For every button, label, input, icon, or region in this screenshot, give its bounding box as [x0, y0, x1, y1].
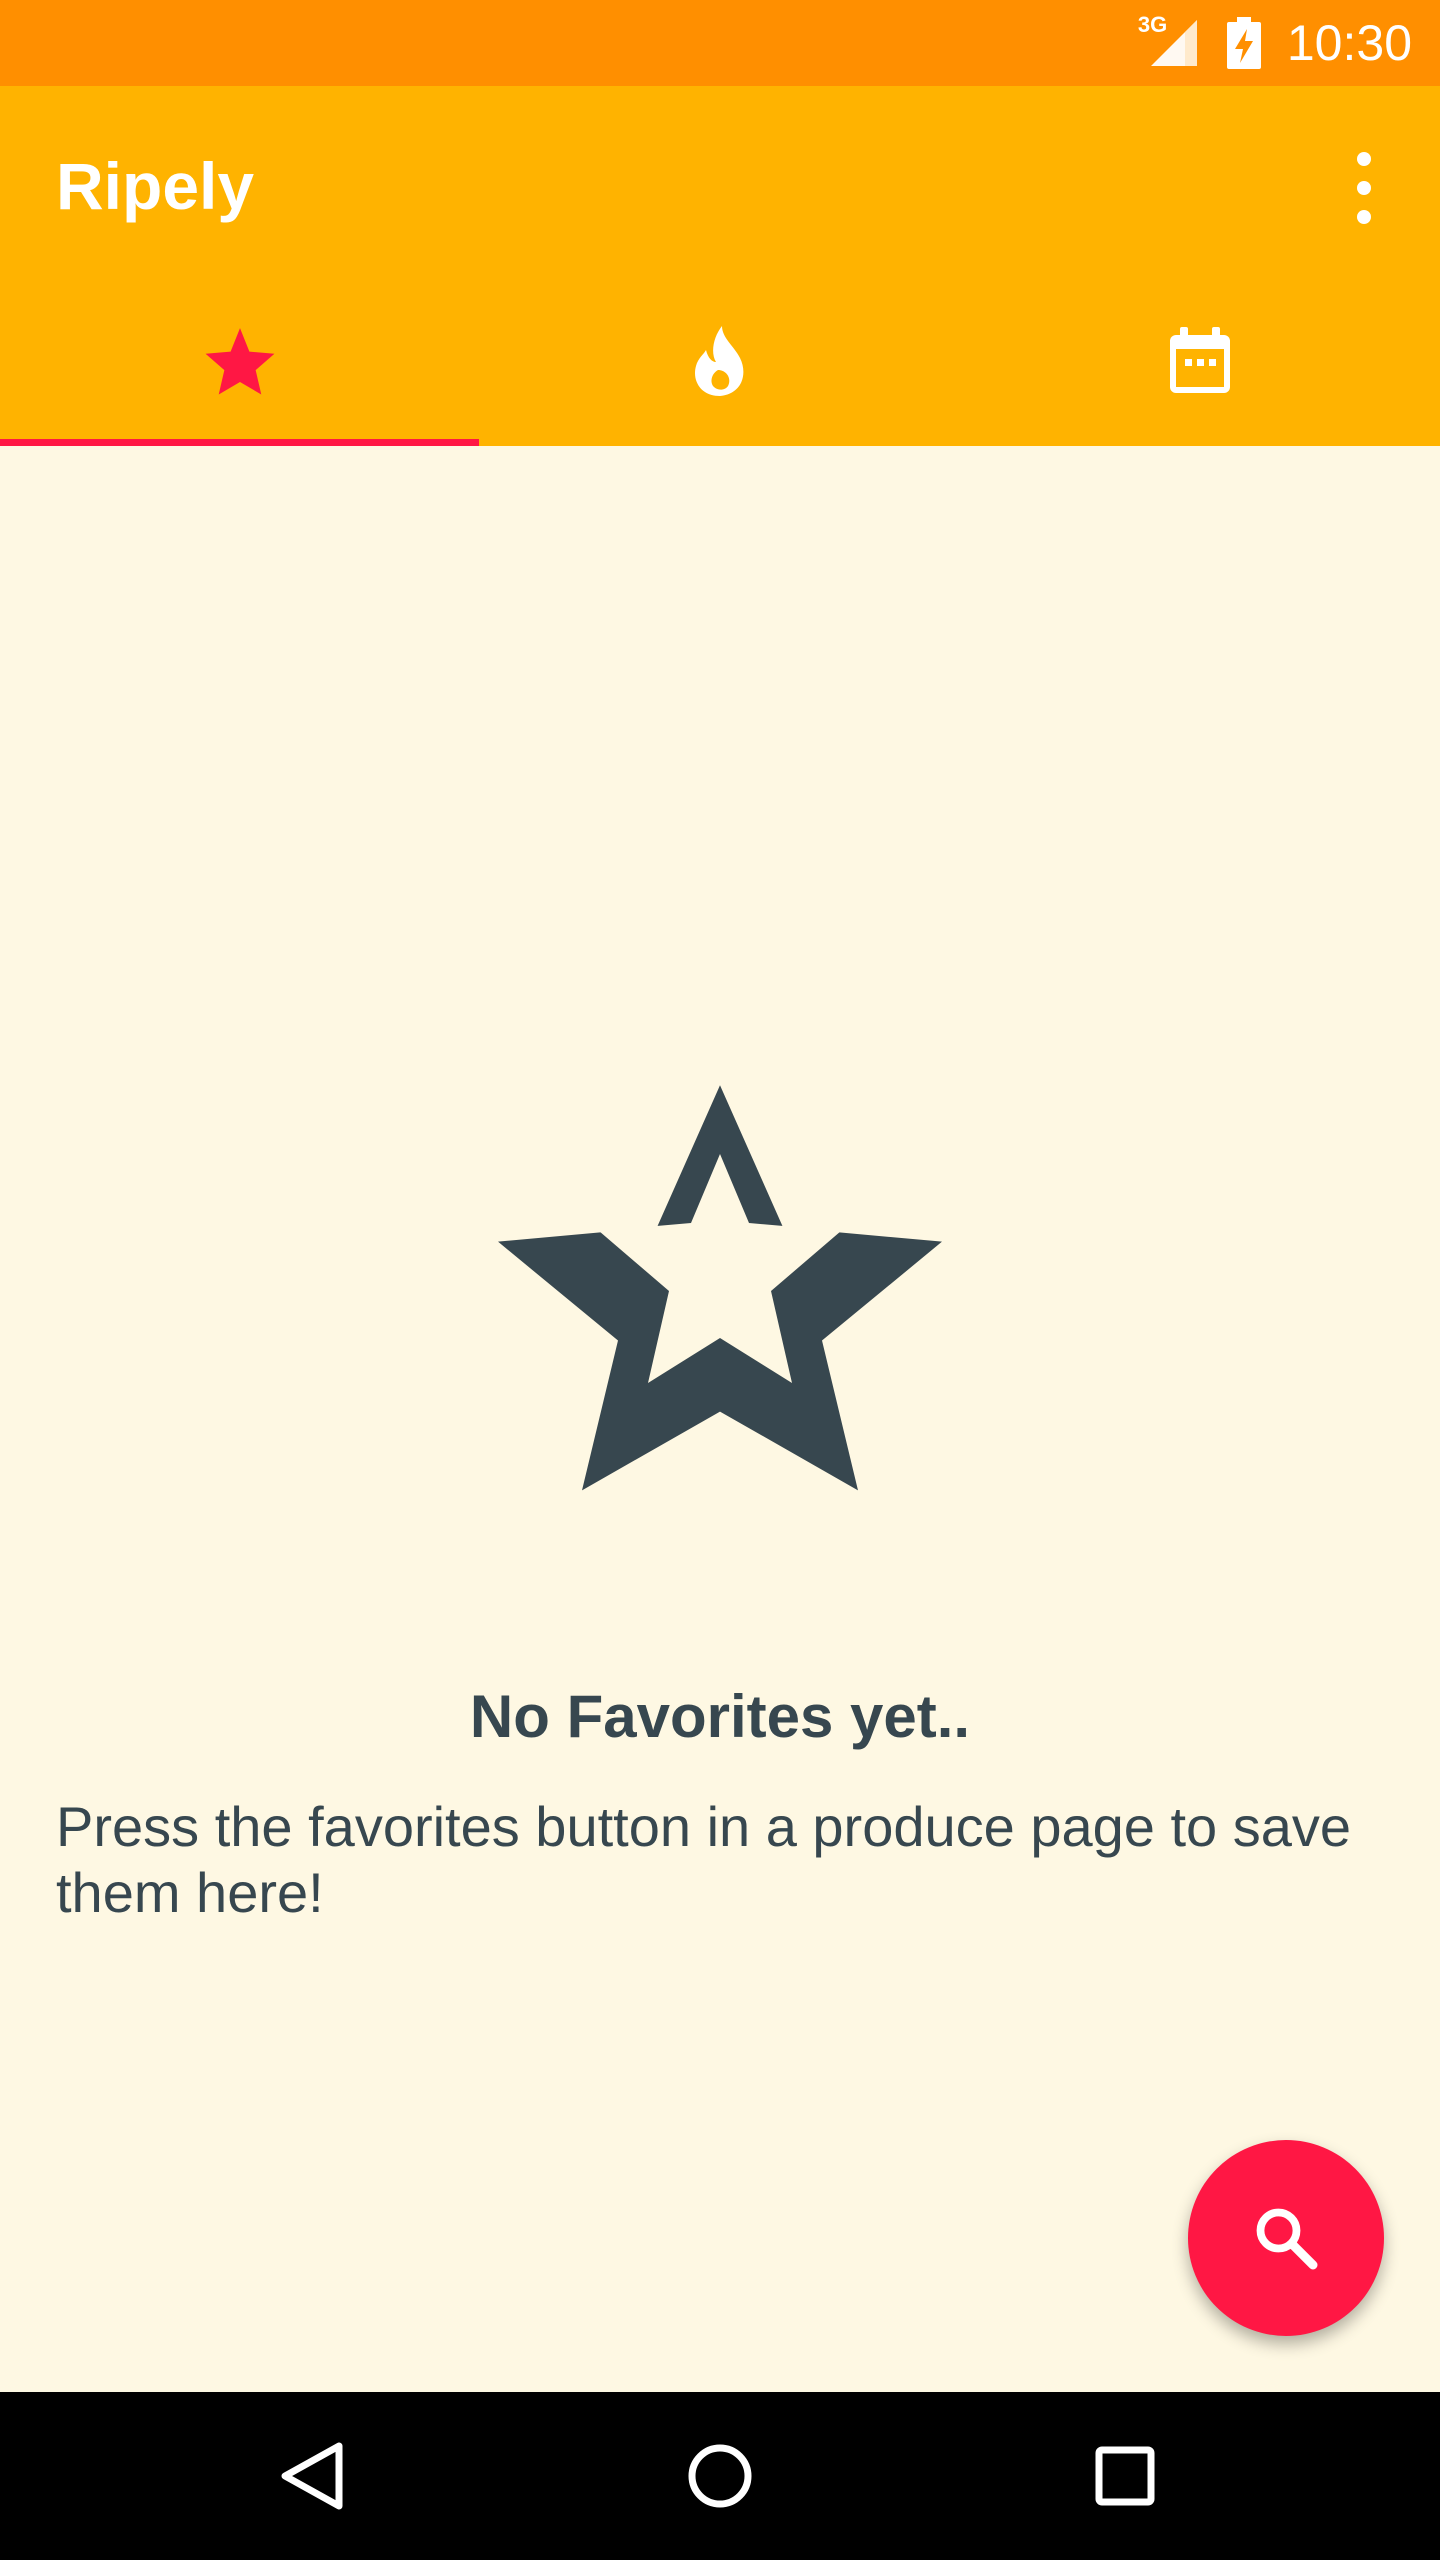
menu-dot: [1357, 210, 1371, 224]
clock: 10:30: [1286, 15, 1412, 71]
more-vert-icon[interactable]: [1336, 148, 1392, 228]
flame-icon: [695, 326, 744, 396]
signal-icon: 3G: [1138, 12, 1201, 68]
back-button[interactable]: [265, 2426, 365, 2526]
recents-button[interactable]: [1075, 2426, 1175, 2526]
recents-icon: [1095, 2446, 1155, 2506]
tab-calendar[interactable]: [960, 276, 1440, 446]
star-outline-icon: [498, 1085, 942, 1491]
menu-dot: [1357, 152, 1371, 166]
home-icon: [688, 2444, 752, 2508]
battery-charging-icon: [1226, 17, 1261, 69]
tab-trending[interactable]: [480, 276, 960, 446]
empty-state-title: No Favorites yet..: [469, 1683, 971, 1750]
tab-bar: [0, 276, 1440, 446]
navigation-bar: [0, 2392, 1440, 2560]
empty-state-message: Press the favorites button in a produce …: [56, 1795, 1352, 1924]
app-title: Ripely: [56, 149, 255, 223]
app-bar: Ripely: [0, 86, 1440, 446]
search-icon: [1256, 2208, 1318, 2270]
back-icon: [281, 2442, 343, 2510]
star-icon: [205, 328, 275, 395]
menu-dot: [1357, 181, 1371, 195]
network-type-label: 3G: [1137, 12, 1168, 37]
status-bar: 3G 10:30: [0, 0, 1440, 86]
calendar-icon: [1170, 327, 1230, 393]
home-button[interactable]: [670, 2426, 770, 2526]
tab-indicator: [0, 439, 479, 446]
search-button[interactable]: [1188, 2140, 1384, 2336]
tab-favorites[interactable]: [0, 276, 480, 446]
